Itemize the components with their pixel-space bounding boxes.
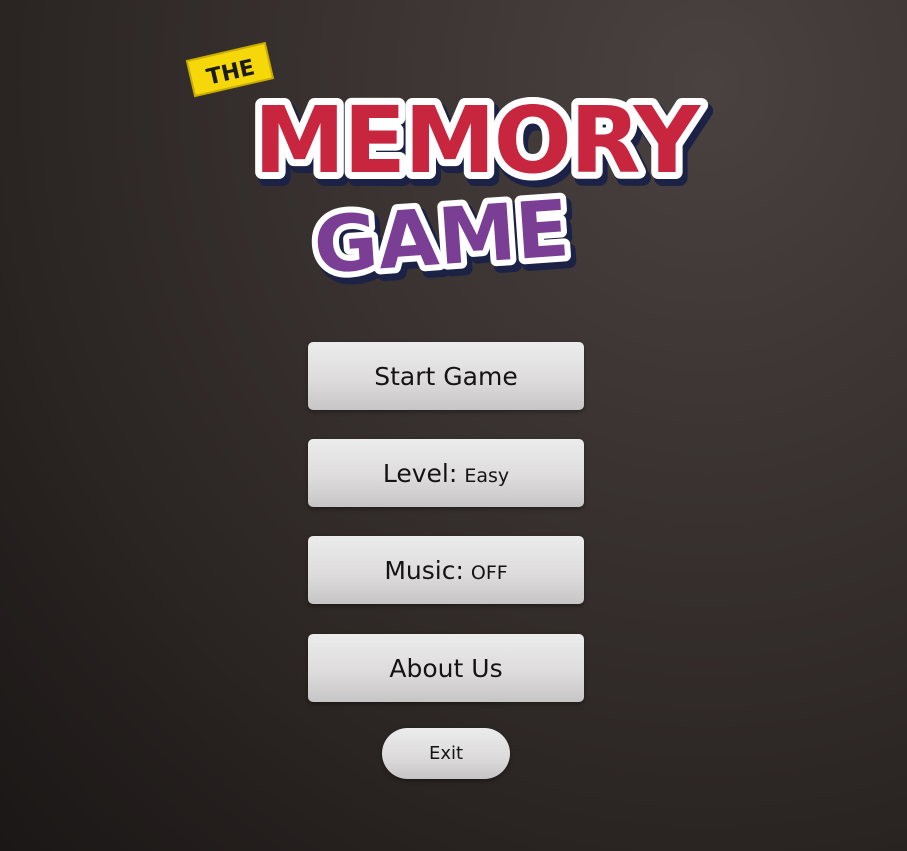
logo-game-text: GAME [311,184,572,290]
music-label: Music: [384,555,464,585]
about-us-label: About Us [389,653,503,683]
level-button[interactable]: Level: Easy [308,439,584,507]
start-game-button[interactable]: Start Game [308,342,584,410]
music-button[interactable]: Music: OFF [308,536,584,604]
start-game-label: Start Game [374,361,518,391]
exit-label: Exit [428,743,464,764]
about-us-button[interactable]: About Us [308,634,584,702]
exit-button[interactable]: Exit [382,728,510,779]
level-value: Easy [464,464,510,487]
logo-memory-text: MEMORY [254,87,702,194]
memory-game-logo: THE MEMORY MEMORY MEMORY GAME GAME GAME [185,41,716,290]
music-value: OFF [470,561,508,584]
level-label: Level: [382,458,458,488]
